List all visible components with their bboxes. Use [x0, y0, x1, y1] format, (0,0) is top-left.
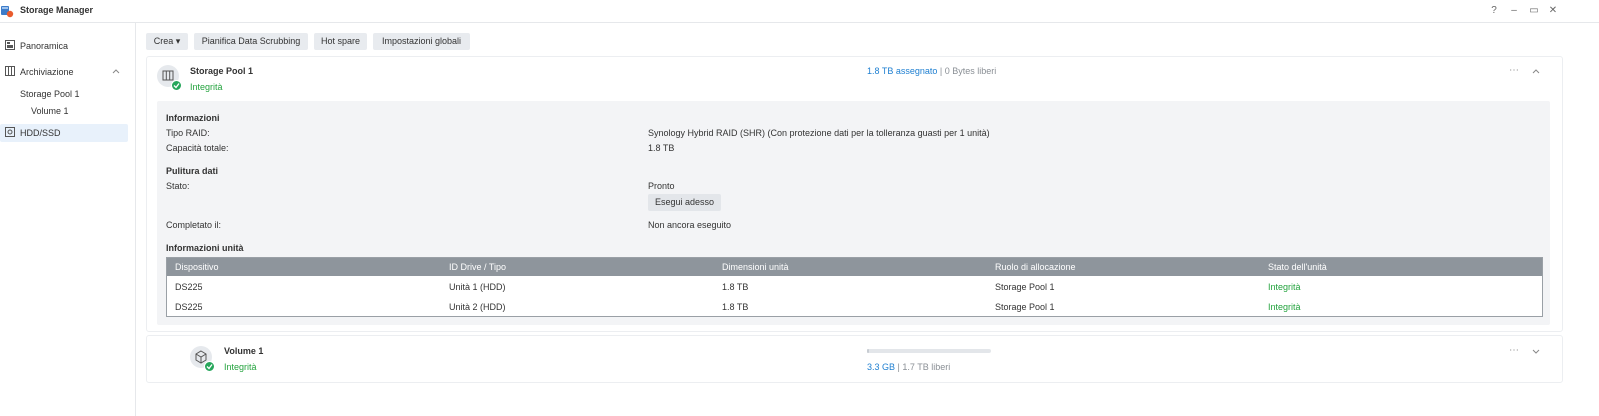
sidebar-item-panoramica[interactable]: Panoramica — [0, 37, 130, 55]
cell-drive-id: Unità 2 (HDD) — [449, 302, 506, 312]
chevron-up-icon[interactable] — [112, 67, 120, 75]
global-settings-button[interactable]: Impostazioni globali — [373, 33, 470, 50]
more-options-icon[interactable]: ⋯ — [1507, 344, 1521, 358]
title-bar: Storage Manager ? – ▭ ✕ — [0, 0, 1599, 23]
sidebar-subitem-volume[interactable]: Volume 1 — [31, 106, 69, 116]
pool-status: Integrità — [190, 82, 223, 92]
storage-manager-app-icon — [1, 6, 14, 18]
sidebar-item-label: HDD/SSD — [20, 128, 61, 138]
volume-card — [146, 335, 1563, 383]
more-options-icon[interactable]: ⋯ — [1507, 64, 1521, 78]
column-header[interactable]: Dispositivo — [175, 262, 219, 272]
cell-status: Integrità — [1268, 302, 1301, 312]
cell-size: 1.8 TB — [722, 302, 749, 312]
expand-chevron-icon[interactable] — [1532, 347, 1540, 355]
run-now-button[interactable]: Esegui adesso — [648, 194, 721, 211]
pool-title: Storage Pool 1 — [190, 66, 254, 76]
completed-label: Completato il: — [166, 220, 222, 230]
create-dropdown-button[interactable]: Crea ▾ — [146, 33, 188, 50]
pool-free: 0 Bytes liberi — [944, 66, 997, 76]
cell-size: 1.8 TB — [722, 282, 749, 292]
column-header[interactable]: Dimensioni unità — [722, 262, 789, 272]
cell-role: Storage Pool 1 — [995, 302, 1055, 312]
units-header: Informazioni unità — [166, 243, 244, 253]
sidebar-subitem-storage-pool[interactable]: Storage Pool 1 — [20, 89, 80, 99]
overview-icon — [5, 40, 15, 50]
volume-usage-fill — [867, 349, 870, 353]
pool-usage: 1.8 TB assegnato | 0 Bytes liberi — [867, 66, 996, 76]
volume-usage-bar — [867, 349, 991, 353]
raid-type-label: Tipo RAID: — [166, 128, 210, 138]
cell-drive-id: Unità 1 (HDD) — [449, 282, 506, 292]
cell-device: DS225 — [175, 282, 203, 292]
column-header[interactable]: Ruolo di allocazione — [995, 262, 1076, 272]
pool-assigned: 1.8 TB assegnato — [867, 66, 938, 76]
scrub-state-label: Stato: — [166, 181, 190, 191]
sidebar-item-label: Panoramica — [20, 41, 69, 51]
volume-used: 3.3 GB — [867, 362, 896, 372]
capacity-label: Capacità totale: — [166, 143, 229, 153]
raid-type-value: Synology Hybrid RAID (SHR) (Con protezio… — [648, 128, 990, 138]
create-label: Crea — [153, 36, 174, 46]
capacity-value: 1.8 TB — [648, 143, 675, 153]
sidebar-item-label: Archiviazione — [20, 67, 74, 77]
separator: | — [939, 66, 943, 76]
scrubbing-header: Pulitura dati — [166, 166, 219, 176]
cell-role: Storage Pool 1 — [995, 282, 1055, 292]
sidebar-item-hdd-ssd[interactable]: HDD/SSD — [0, 124, 130, 142]
cell-status: Integrità — [1268, 282, 1301, 292]
column-header[interactable]: Stato dell'unità — [1268, 262, 1327, 272]
storage-icon — [5, 66, 15, 76]
volume-status: Integrità — [224, 362, 257, 372]
volume-title: Volume 1 — [224, 346, 264, 356]
healthy-check-icon — [171, 80, 182, 91]
help-icon[interactable]: ? — [1487, 4, 1501, 18]
info-header: Informazioni — [166, 113, 220, 123]
healthy-check-icon — [204, 361, 215, 372]
sidebar-item-archiviazione[interactable]: Archiviazione — [0, 63, 130, 81]
volume-usage: 3.3 GB | 1.7 TB liberi — [867, 362, 950, 372]
collapse-chevron-icon[interactable] — [1532, 67, 1540, 75]
sidebar: Panoramica Archiviazione Storage Pool 1 … — [0, 23, 136, 416]
window-title: Storage Manager — [20, 5, 94, 15]
restore-icon[interactable]: ▭ — [1527, 4, 1541, 18]
hot-spare-button[interactable]: Hot spare — [314, 33, 367, 50]
close-icon[interactable]: ✕ — [1546, 4, 1560, 18]
cell-device: DS225 — [175, 302, 203, 312]
drives-table: Dispositivo ID Drive / Tipo Dimensioni u… — [166, 257, 1543, 317]
caret-down-icon: ▾ — [175, 36, 181, 46]
minimize-icon[interactable]: – — [1507, 4, 1521, 18]
separator: | — [897, 362, 900, 372]
disk-icon — [5, 127, 15, 137]
volume-free: 1.7 TB liberi — [902, 362, 951, 372]
completed-value: Non ancora eseguito — [648, 220, 732, 230]
table-header: Dispositivo ID Drive / Tipo Dimensioni u… — [167, 258, 1542, 276]
scrub-state-value: Pronto — [648, 181, 675, 191]
schedule-scrubbing-button[interactable]: Pianifica Data Scrubbing — [194, 33, 308, 50]
column-header[interactable]: ID Drive / Tipo — [449, 262, 506, 272]
